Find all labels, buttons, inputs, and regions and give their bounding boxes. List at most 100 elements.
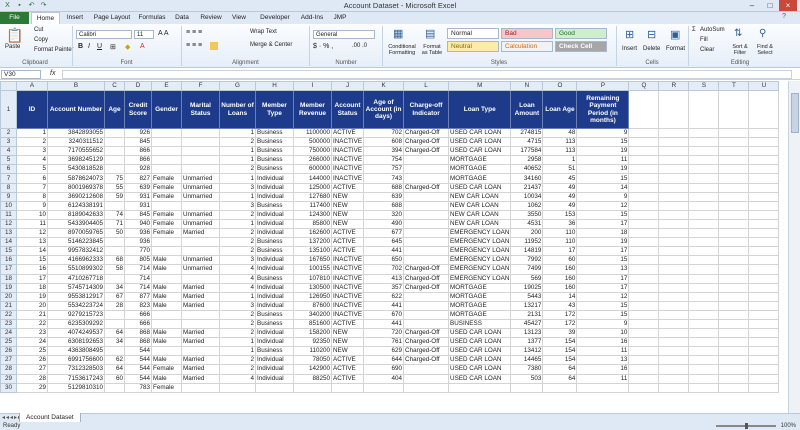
cell[interactable]: 18 bbox=[576, 228, 630, 239]
cell[interactable]: 7499 bbox=[510, 264, 544, 275]
column-header[interactable]: U bbox=[748, 81, 780, 91]
cell[interactable]: 441 bbox=[363, 246, 405, 257]
cell[interactable] bbox=[628, 228, 660, 239]
cell[interactable] bbox=[403, 300, 450, 311]
cell[interactable] bbox=[748, 182, 780, 193]
copy-button[interactable]: Copy bbox=[34, 37, 48, 43]
cell[interactable]: 1 bbox=[542, 155, 578, 166]
cell[interactable]: NEW bbox=[330, 200, 365, 211]
cell[interactable] bbox=[718, 309, 750, 320]
cell[interactable]: 9 bbox=[576, 191, 630, 202]
cell[interactable]: 4 bbox=[219, 282, 256, 293]
cell[interactable] bbox=[628, 355, 660, 366]
cell[interactable] bbox=[718, 237, 750, 248]
column-header[interactable]: A bbox=[16, 81, 48, 91]
column-header[interactable]: P bbox=[576, 81, 630, 91]
cell[interactable]: Male bbox=[151, 355, 182, 366]
cell[interactable]: 1 bbox=[219, 291, 256, 302]
header-cell[interactable]: Remaining Payment Period (in months) bbox=[576, 90, 630, 129]
cell[interactable]: 60 bbox=[542, 255, 578, 266]
cell[interactable]: 75 bbox=[104, 173, 125, 184]
cell[interactable]: Business bbox=[255, 155, 294, 166]
cell[interactable]: 4363808495 bbox=[47, 346, 105, 357]
cell[interactable]: 172 bbox=[542, 309, 578, 320]
cell[interactable]: 9 bbox=[576, 127, 630, 139]
cell[interactable]: 490 bbox=[363, 218, 405, 230]
cell[interactable]: 4715 bbox=[510, 137, 544, 148]
help-icon[interactable]: ? bbox=[782, 13, 786, 20]
cell[interactable] bbox=[403, 318, 450, 330]
cell[interactable] bbox=[748, 200, 780, 211]
cell[interactable]: 7992 bbox=[510, 255, 544, 266]
cell[interactable]: 1100000 bbox=[293, 127, 332, 139]
cell[interactable]: 127680 bbox=[293, 191, 332, 202]
cell[interactable] bbox=[151, 200, 182, 211]
cell[interactable]: 1 bbox=[219, 146, 256, 157]
cell[interactable]: 6991756600 bbox=[47, 355, 105, 366]
cell[interactable]: 153 bbox=[542, 209, 578, 220]
cell[interactable]: Unmarried bbox=[181, 173, 220, 184]
cell[interactable]: Male bbox=[151, 264, 182, 275]
cell[interactable]: EMERGENCY LOAN bbox=[448, 237, 512, 248]
cell[interactable]: 51 bbox=[542, 164, 578, 175]
cell[interactable]: 6235309292 bbox=[47, 318, 105, 330]
cell[interactable]: 20 bbox=[16, 300, 48, 311]
cell[interactable] bbox=[151, 273, 182, 284]
column-header[interactable]: F bbox=[181, 81, 220, 91]
cell[interactable]: Business bbox=[255, 318, 294, 330]
fill-button[interactable]: Fill bbox=[700, 37, 708, 43]
cell[interactable]: 629 bbox=[363, 346, 405, 357]
cell[interactable]: Individual bbox=[255, 264, 294, 275]
cell[interactable] bbox=[748, 282, 780, 293]
cell[interactable]: 36 bbox=[542, 218, 578, 230]
cell[interactable]: 13412 bbox=[510, 346, 544, 357]
cell[interactable] bbox=[403, 164, 450, 175]
cell[interactable]: 24 bbox=[16, 337, 48, 348]
cell[interactable]: 4531 bbox=[510, 218, 544, 230]
cell[interactable]: 49 bbox=[542, 191, 578, 202]
cell[interactable]: 1 bbox=[219, 337, 256, 348]
cell[interactable]: NEW bbox=[330, 328, 365, 339]
cell[interactable]: Business bbox=[255, 146, 294, 157]
cell[interactable]: 144000 bbox=[293, 173, 332, 184]
cell[interactable] bbox=[403, 309, 450, 320]
cell[interactable] bbox=[151, 346, 182, 357]
cell[interactable]: 5745714309 bbox=[47, 282, 105, 293]
fx-icon[interactable]: fx bbox=[50, 70, 55, 77]
cell[interactable] bbox=[748, 218, 780, 230]
cell[interactable]: 40652 bbox=[510, 164, 544, 175]
cell[interactable] bbox=[718, 300, 750, 311]
cell[interactable] bbox=[658, 137, 690, 148]
cell[interactable]: 357 bbox=[363, 282, 405, 293]
row-header[interactable]: 28 bbox=[0, 364, 17, 375]
column-header[interactable]: H bbox=[255, 81, 294, 91]
cell[interactable]: 688 bbox=[363, 200, 405, 211]
header-cell[interactable]: Loan Amount bbox=[510, 90, 544, 129]
cell[interactable]: Female bbox=[151, 218, 182, 230]
cell[interactable] bbox=[718, 200, 750, 211]
cell[interactable]: 12 bbox=[576, 291, 630, 302]
cell[interactable]: 117400 bbox=[293, 200, 332, 211]
cell[interactable]: 23 bbox=[16, 328, 48, 339]
row-header[interactable]: 15 bbox=[0, 246, 17, 257]
merge-center-button[interactable]: Merge & Center bbox=[250, 42, 292, 48]
paste-button[interactable]: Paste bbox=[5, 44, 20, 50]
close-icon[interactable]: × bbox=[779, 0, 797, 11]
cell[interactable]: 677 bbox=[363, 228, 405, 239]
cell[interactable] bbox=[688, 255, 720, 266]
cell[interactable]: 544 bbox=[124, 346, 152, 357]
cell[interactable] bbox=[104, 155, 125, 166]
column-header[interactable]: T bbox=[718, 81, 750, 91]
cell[interactable]: 1377 bbox=[510, 337, 544, 348]
cell[interactable]: 714 bbox=[124, 273, 152, 284]
cell[interactable] bbox=[718, 209, 750, 220]
number-format-select[interactable]: General bbox=[313, 30, 375, 39]
cell[interactable]: 9957832412 bbox=[47, 246, 105, 257]
cell[interactable] bbox=[748, 164, 780, 175]
cell[interactable]: 2 bbox=[219, 364, 256, 375]
cell[interactable] bbox=[628, 382, 660, 393]
cell[interactable]: 16 bbox=[16, 264, 48, 275]
cell[interactable]: 6308192653 bbox=[47, 337, 105, 348]
cell[interactable]: Unmarried bbox=[181, 255, 220, 266]
formula-input[interactable] bbox=[62, 70, 792, 79]
